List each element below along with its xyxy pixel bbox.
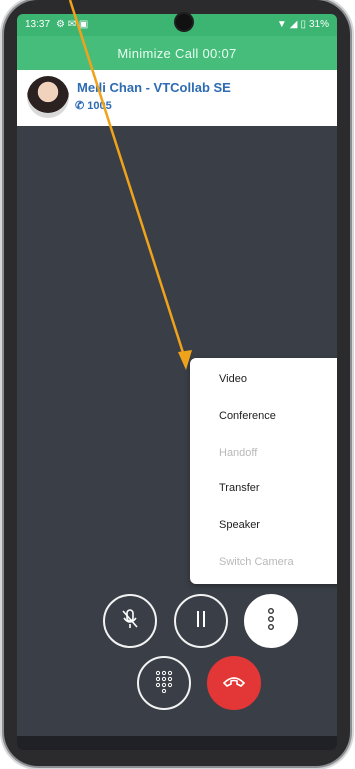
extension-number: 1005 (87, 99, 112, 112)
front-camera (176, 14, 192, 30)
more-vertical-icon (266, 607, 276, 636)
phone-icon: ✆ (75, 100, 85, 112)
screen: 13:37 ⚙ ✉ ▣ ▼ ◢ ▯ 31% Minimize Call 00:0… (17, 14, 337, 750)
battery-icon: ▯ (300, 19, 306, 30)
menu-item-switch-camera: Switch Camera (219, 556, 294, 568)
nav-bar (17, 736, 337, 750)
minimize-call-banner[interactable]: Minimize Call 00:07 (17, 36, 337, 70)
keypad-button[interactable] (137, 656, 191, 710)
dialpad-icon (154, 669, 174, 698)
menu-item-video[interactable]: Video (219, 373, 247, 385)
call-timer: 00:07 (202, 45, 237, 61)
end-call-button[interactable] (207, 656, 261, 710)
menu-item-conference[interactable]: Conference (219, 410, 276, 422)
minimize-call-label: Minimize Call (117, 45, 199, 61)
hold-button[interactable] (174, 594, 228, 648)
signal-icon: ◢ (289, 19, 298, 30)
mute-button[interactable] (103, 594, 157, 648)
avatar (27, 76, 69, 118)
end-call-icon (222, 674, 246, 693)
contact-name: Meili Chan - VTCollab SE (77, 80, 231, 95)
status-time: 13:37 (25, 19, 51, 30)
contact-extension: ✆ 1005 (75, 99, 112, 113)
mic-off-icon (120, 608, 140, 635)
menu-item-handoff: Handoff (219, 447, 258, 459)
pause-icon (193, 609, 209, 634)
more-options-button[interactable] (244, 594, 298, 648)
phone-frame: 13:37 ⚙ ✉ ▣ ▼ ◢ ▯ 31% Minimize Call 00:0… (4, 0, 350, 766)
menu-item-transfer[interactable]: Transfer (219, 482, 260, 494)
wifi-icon: ▼ (276, 19, 287, 30)
contact-bar: Meili Chan - VTCollab SE ✆ 1005 (17, 70, 337, 126)
menu-item-speaker[interactable]: Speaker (219, 519, 260, 531)
notification-icons: ⚙ ✉ ▣ (56, 19, 89, 30)
more-options-menu: Video Conference Handoff Transfer Speake… (190, 358, 337, 584)
battery-percent: 31% (308, 19, 329, 30)
